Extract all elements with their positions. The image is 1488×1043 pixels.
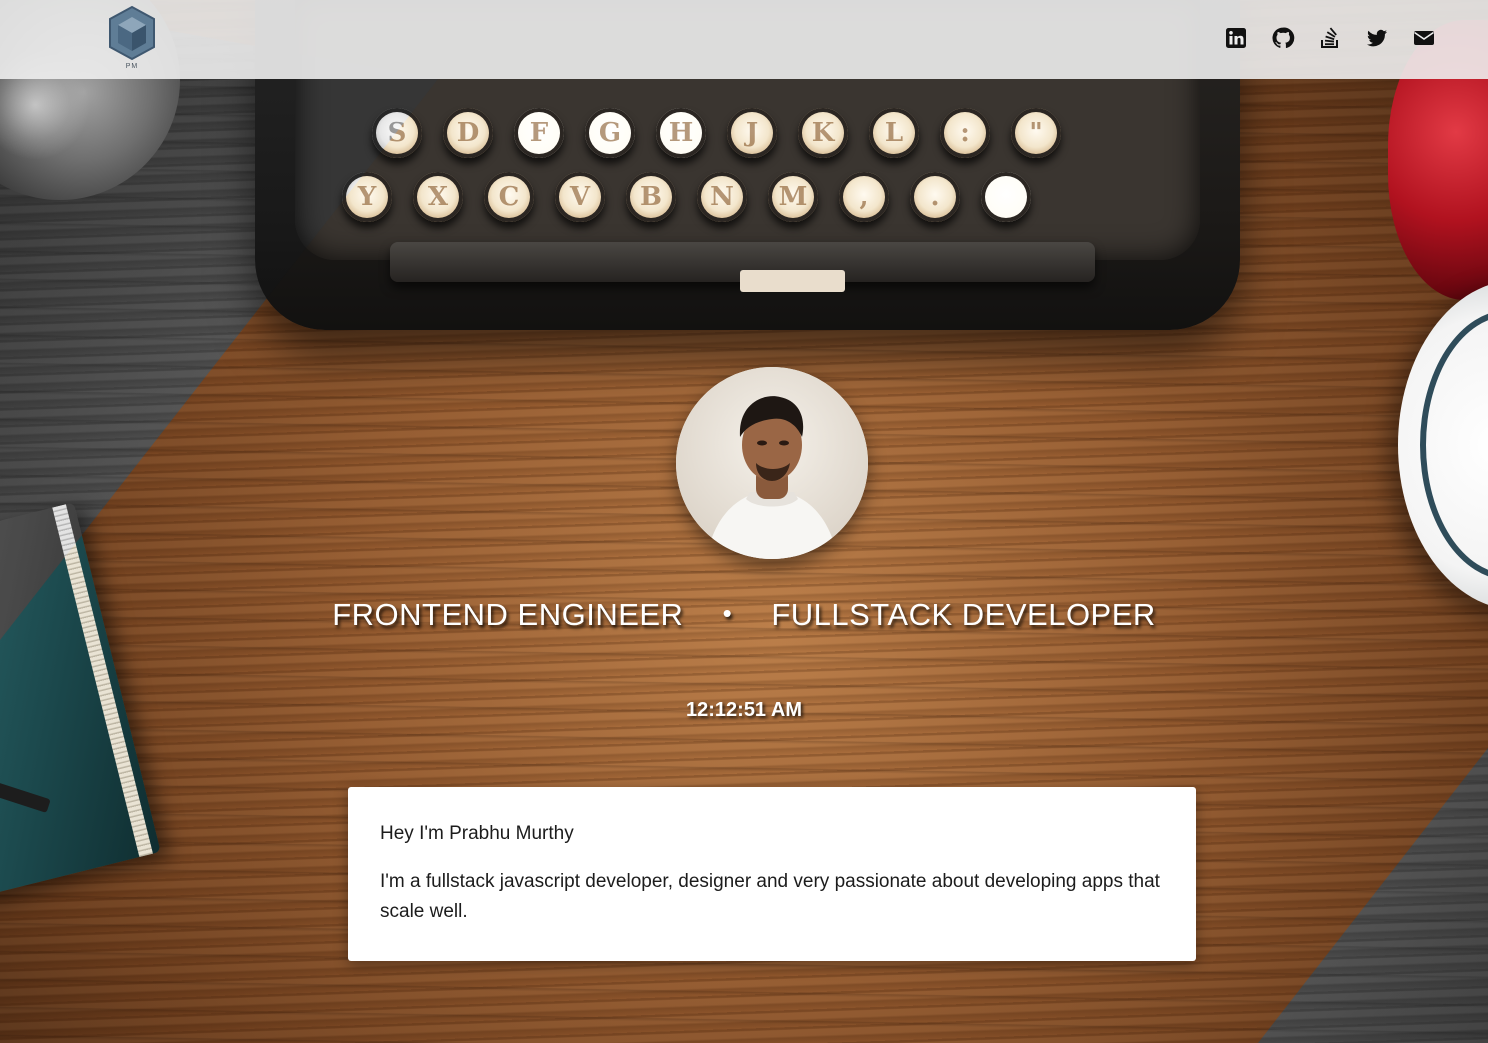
typewriter-paper: [740, 270, 845, 292]
profile-photo: [676, 367, 868, 559]
live-clock: 12:12:51 AM: [686, 699, 802, 721]
logo-text: PM: [125, 63, 139, 70]
role-separator: •: [722, 598, 733, 628]
role-primary: FRONTEND ENGINEER: [332, 597, 684, 632]
typewriter-key: ,: [839, 172, 889, 222]
typewriter-key: :: [940, 108, 990, 158]
github-link[interactable]: [1271, 26, 1295, 50]
email-icon: [1414, 31, 1434, 45]
github-icon: [1272, 27, 1295, 49]
profile-avatar: [676, 367, 868, 559]
role-secondary: FULLSTACK DEVELOPER: [771, 597, 1156, 632]
typewriter-key: F: [514, 108, 564, 158]
typewriter-key: V: [555, 172, 605, 222]
social-links: [1224, 26, 1436, 50]
linkedin-icon: [1226, 28, 1246, 48]
typewriter-key: N: [697, 172, 747, 222]
typewriter-key: [981, 172, 1031, 222]
stackoverflow-icon: [1321, 27, 1338, 48]
typewriter-key: G: [585, 108, 635, 158]
site-logo[interactable]: PM: [106, 5, 158, 73]
typewriter-key: .: [910, 172, 960, 222]
intro-greeting: Hey I'm Prabhu Murthy: [380, 823, 574, 844]
email-link[interactable]: [1412, 26, 1436, 50]
stackoverflow-link[interactable]: [1318, 26, 1342, 50]
intro-card: Hey I'm Prabhu Murthy I'm a fullstack ja…: [348, 787, 1196, 961]
twitter-link[interactable]: [1365, 26, 1389, 50]
typewriter-key: M: [768, 172, 818, 222]
typewriter-key: B: [626, 172, 676, 222]
top-navbar: PM: [0, 0, 1488, 79]
twitter-icon: [1367, 29, 1387, 47]
hexagon-cube-logo-icon: [109, 5, 155, 61]
typewriter-key: H: [656, 108, 706, 158]
typewriter-key: D: [443, 108, 493, 158]
typewriter-key: ": [1011, 108, 1061, 158]
role-headline: FRONTEND ENGINEER • FULLSTACK DEVELOPER: [0, 597, 1488, 633]
typewriter-key: C: [484, 172, 534, 222]
intro-bio: I'm a fullstack javascript developer, de…: [380, 871, 1160, 922]
typewriter-key: X: [413, 172, 463, 222]
typewriter-key: K: [798, 108, 848, 158]
typewriter-key: J: [727, 108, 777, 158]
linkedin-link[interactable]: [1224, 26, 1248, 50]
typewriter-key: L: [869, 108, 919, 158]
page: S D F G H J K L: " Y X C V B N M,. PM FR…: [0, 0, 1488, 1043]
